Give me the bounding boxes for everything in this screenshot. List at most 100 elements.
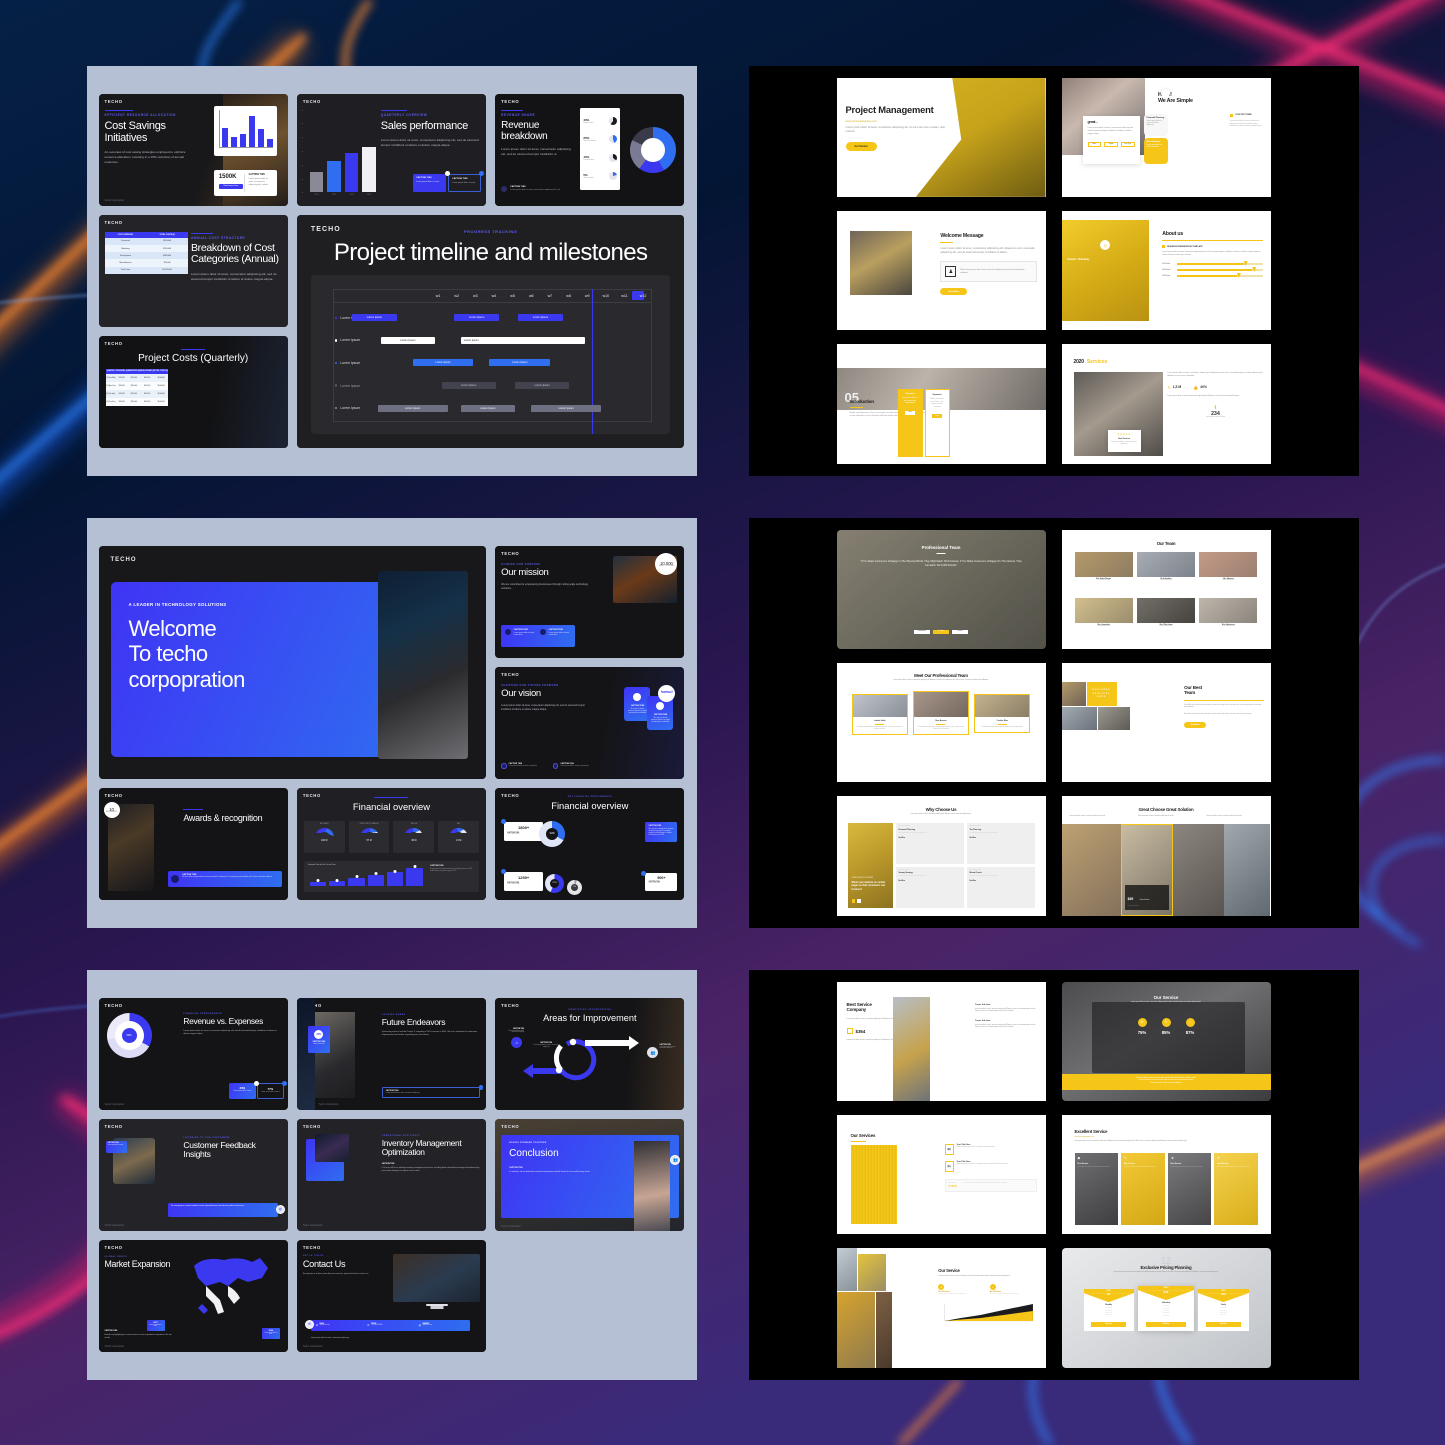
gantt-bar[interactable]: Lorem Ipsum — [412, 359, 474, 367]
slide-hello-we-are-simple[interactable]: Hello! We Are Simple great .. Lorem ipsu… — [1061, 77, 1271, 197]
play-icon[interactable]: ◎ — [1100, 240, 1111, 251]
quote-button[interactable]: Read More — [914, 629, 930, 634]
week-label: w4 — [491, 293, 497, 298]
panel-yellow-3: Best Service Company Lorem ipsum dolor s… — [748, 969, 1359, 1380]
gantt-bar[interactable]: Lorem Ipsum — [460, 336, 586, 344]
feature-link[interactable]: Read More — [899, 881, 961, 882]
quote-button[interactable]: Contact — [952, 629, 968, 634]
pricing-plan[interactable]: PLAN 2 $19 6 Monthly Lorem ipsum Lorem i… — [1137, 1286, 1195, 1332]
slide-financial-overview-donuts[interactable]: TECHO KEY FINANCIAL PERFORMANCE Financia… — [495, 787, 685, 900]
slide-project-management[interactable]: Project Management www.yourcompanyname.c… — [836, 77, 1046, 197]
service-card[interactable]: ◆ First Service Lorem ipsum dolor sit am… — [1074, 1152, 1118, 1226]
chip[interactable]: Our Plan — [1120, 141, 1135, 147]
slide-sales-performance[interactable]: TECHO 2021 2022 2023 2024 QUARTERLY OVER… — [296, 93, 487, 206]
slide-market-expansion[interactable]: TECHO GLOBAL REACH Market Expansion CAPT… — [98, 1239, 288, 1352]
feature-link[interactable]: Read More — [899, 838, 961, 839]
slide-best-service-company[interactable]: Best Service Company Lorem ipsum dolor s… — [836, 981, 1046, 1101]
read-more-button[interactable]: Read more here — [218, 183, 243, 189]
slide-our-service-chart[interactable]: Our Service Lorem ipsum dolor sit amet, … — [836, 1248, 1046, 1368]
slide-our-best-team[interactable]: BUSINESS SERVICES HERE Our Best Team Nun… — [1061, 662, 1271, 783]
slide-meet-our-professional-team[interactable]: Meet Our Professional Team Lorem ipsum d… — [836, 662, 1046, 783]
gantt-bar[interactable]: Lorem Ipsum — [531, 404, 602, 412]
buy-now-button[interactable]: Buy Now — [1091, 1321, 1127, 1327]
slide-professional-team[interactable]: Professional Team "If You Make Customers… — [836, 529, 1046, 649]
chip[interactable]: More — [1087, 141, 1102, 147]
gantt-row: Lorem Ipsum Lorem Ipsum Lorem Ipsum — [333, 336, 653, 345]
slide-project-costs-quarterly[interactable]: TECHO Project Costs (Quarterly) QUARTER … — [98, 335, 288, 448]
donut-label: 57% — [550, 878, 560, 888]
member-role: Creative Art Executive — [1221, 579, 1235, 581]
member-card[interactable]: Ludwila Smith Ut condimentum malesuada e… — [851, 693, 908, 736]
read-more-button[interactable]: Read More — [1184, 722, 1207, 729]
slide-introduction[interactable]: 05 Introduction Nullam scelerisque purus… — [836, 344, 1046, 464]
slide-financial-overview-gauges[interactable]: TECHO Financial overview NET SALES 100 M… — [296, 787, 487, 900]
gantt-bar[interactable]: Lorem Ipsum — [441, 382, 496, 390]
slide-our-team[interactable]: Our Team Mrs. Selma Thomas Creative Art … — [1061, 529, 1271, 649]
slide-areas-for-improvement[interactable]: TECHO IDENTIFYING OPPORTUNITIES Areas fo… — [495, 997, 685, 1110]
slide-contact-us[interactable]: TECHO GET IN TOUCH Contact Us For inquir… — [296, 1239, 487, 1352]
service-card[interactable]: ☀ Good Service Lorem ipsum dolor sit ame… — [1214, 1152, 1258, 1226]
slide-about-us[interactable]: ◎ Domain : Branding About us BUSINESS PR… — [1061, 210, 1271, 331]
team-member[interactable]: Mrs. Philip Laura Creative Art Executive — [1136, 598, 1196, 641]
slide-cost-categories[interactable]: TECHO COST CATEGORY TOTAL COSTS ($) Pers… — [98, 214, 288, 327]
slide-conclusion[interactable]: TECHO MOVING FORWARD TOGETHER Conclusion… — [495, 1118, 685, 1231]
service-card[interactable]: ✎ Best Service Lorem ipsum dolor sit ame… — [1121, 1152, 1165, 1226]
slide-title: Financial overview — [551, 799, 629, 811]
gantt-bar[interactable]: Lorem Ipsum — [454, 314, 500, 322]
gantt-bar[interactable]: Lorem Ipsum — [518, 314, 563, 322]
read-more-button[interactable]: Read More — [940, 288, 968, 296]
slide-awards-recognition[interactable]: TECHO 10 MAJOR AWARDS Awards & recogniti… — [98, 787, 288, 900]
feature-card[interactable]: Explore Our Features Financial Planning … — [895, 823, 964, 864]
member-card[interactable]: Caroline Rhee Ut condimentum malesuada e… — [974, 693, 1031, 734]
slide-our-services[interactable]: Our Services 89 Percent Your Tittle Here… — [836, 1114, 1046, 1235]
slide-revenue-vs-expenses[interactable]: TECHO 33% FINANCIAL PERFORMANCE Revenue … — [98, 997, 288, 1110]
slide-exclusive-pricing[interactable]: 12 Exclusive Pricing Planning Lorem ipsu… — [1061, 1248, 1271, 1368]
slide-revenue-breakdown[interactable]: TECHO REVENUE SHARE Revenue breakdown Lo… — [495, 93, 685, 206]
slide-link[interactable]: www.yourcompanyname.com — [1075, 1137, 1221, 1138]
slide-why-choose-us[interactable]: Why Choose Us Lorem ipsum dolor sit amet… — [836, 796, 1046, 916]
pricing-plan[interactable]: PLAN 1 $9 Monthly Lorem ipsum Lorem ipsu… — [1083, 1289, 1134, 1331]
pricing-plan[interactable]: PLAN 3 $29 Yearly Lorem ipsum Lorem ipsu… — [1198, 1289, 1249, 1331]
learn-button[interactable]: Learn — [932, 414, 942, 419]
slide-project-timeline[interactable]: TECHO PROGRESS TRACKING Project timeline… — [296, 214, 685, 448]
buy-now-button[interactable]: Buy Now — [1146, 1322, 1186, 1328]
gantt-bar[interactable]: Lorem Ipsum — [515, 382, 570, 390]
slide-great-choose-great-solution[interactable]: Great Choose Great Solution Lorem ipsum … — [1061, 796, 1271, 916]
slide-welcome-message[interactable]: Welcome Message Lorem ipsum dolor sit am… — [836, 210, 1046, 331]
slide-2020-services[interactable]: 2020 Services Lorem ipsum dolor sit amet… — [1061, 344, 1271, 464]
team-member[interactable]: Mr. A Hamilton Creative Art Executive — [1136, 551, 1196, 595]
slide-welcome-cover[interactable]: TECHO A LEADER IN TECHNOLOGY SOLUTIONS W… — [98, 545, 487, 779]
service-card[interactable]: ◄ Next Service Lorem ipsum dolor sit ame… — [1167, 1152, 1211, 1226]
chip[interactable]: Option — [1104, 141, 1118, 147]
gantt-bar[interactable]: Lorem Ipsum — [352, 314, 397, 322]
feature-link[interactable]: Read More — [970, 881, 1032, 882]
feature-card[interactable]: Explore Our Features Tax Planning Lorem … — [966, 823, 1035, 864]
member-card[interactable]: Rose Bennent Ut condimentum malesuada et… — [912, 690, 970, 736]
team-member[interactable]: Mrs. Selma Thomas Creative Art Executive — [1074, 551, 1133, 595]
buy-now-button[interactable]: Buy Now — [1205, 1321, 1241, 1327]
slide-our-vision[interactable]: TECHO CHARTING OUR FUTURE FORWARD Our vi… — [495, 666, 685, 779]
team-member[interactable]: Mrs. Manimol Creative Art Executive — [1199, 551, 1258, 595]
slide-our-mission[interactable]: TECHO 10.000 HAPPY CUSTOMERS GUIDING OUR… — [495, 545, 685, 658]
team-member[interactable]: Mrs. Katherinees Creative Art Executive — [1199, 598, 1258, 641]
contact-value[interactable]: info@techo.com — [320, 1325, 330, 1326]
feature-card[interactable]: Explore Our Features Saving Strategy Lor… — [895, 866, 964, 908]
slide-customer-feedback-insights[interactable]: TECHO CAPTION THIS Lorem ipsum dolor sit… — [98, 1118, 288, 1231]
learn-button[interactable]: Learn — [905, 410, 915, 415]
slide-inventory-management[interactable]: TECHO OPERATIONAL EFFICIENCY Inventory M… — [296, 1118, 487, 1231]
gantt-bar[interactable]: Lorem Ipsum — [489, 359, 551, 367]
gantt-bar[interactable]: Lorem Ipsum — [460, 404, 516, 412]
slide-cost-savings[interactable]: TECHO EFFICIENT RESOURCE ALLOCATION Cost… — [98, 93, 288, 206]
slide-future-endeavors[interactable]: TECHO 20% CAPTION THIS Lorem ipsum dolor… — [296, 997, 487, 1110]
team-member[interactable]: Mrs. Jacquelina Creative Art Executive — [1074, 598, 1133, 641]
slide-excellent-service[interactable]: Excellent Service www.yourcompanyname.co… — [1061, 1114, 1271, 1235]
slide-our-service-stats[interactable]: Our Service Lorem ipsum dolor sit amet, … — [1061, 981, 1271, 1101]
feature-link[interactable]: Read More — [970, 838, 1032, 839]
feature-card[interactable]: Explore Our Features Mutual Funds Lorem … — [966, 866, 1035, 908]
contact-value[interactable]: www.techo.com — [422, 1325, 432, 1326]
get-started-button[interactable]: Get Started — [845, 141, 877, 151]
gantt-bar[interactable]: Lorem Ipsum — [377, 404, 448, 412]
gantt-bar[interactable]: Lorem Ipsum — [380, 336, 436, 344]
contact-value[interactable]: +1 (123) 456-7890 — [371, 1325, 382, 1326]
quote-button[interactable]: Our Team — [933, 629, 949, 634]
